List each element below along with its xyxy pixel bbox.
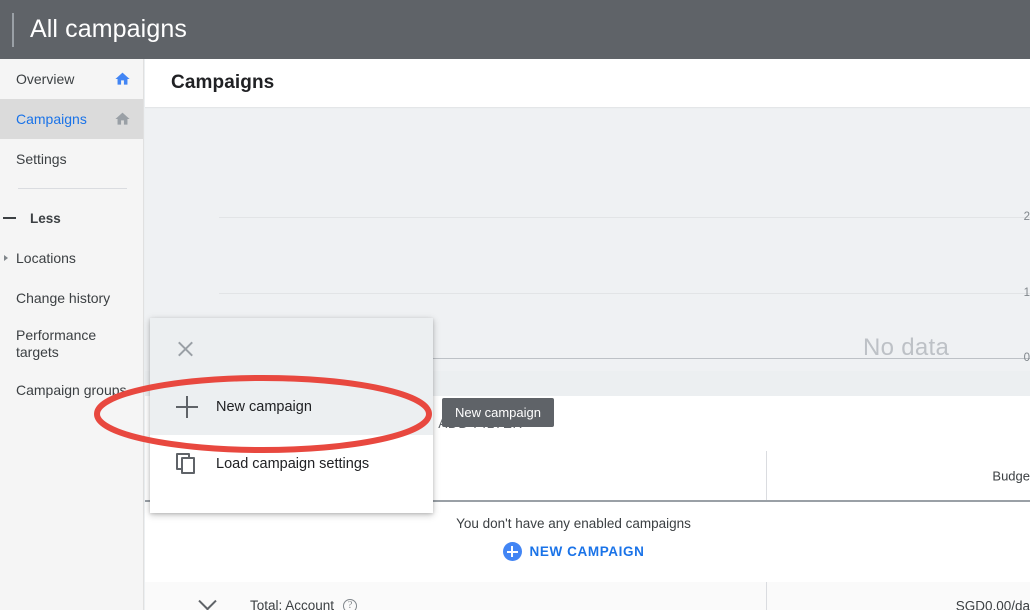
sidebar-item-label: Settings bbox=[16, 151, 67, 167]
minus-icon bbox=[3, 217, 16, 219]
sidebar-item-label: Overview bbox=[16, 71, 75, 87]
sidebar-item-label: Change history bbox=[16, 290, 111, 306]
caret-right-icon bbox=[4, 255, 8, 261]
sidebar-item-label: Locations bbox=[16, 250, 76, 266]
column-divider bbox=[766, 451, 767, 500]
new-campaign-dropdown: New campaign Load campaign settings bbox=[150, 318, 433, 513]
plus-icon bbox=[176, 395, 198, 418]
close-icon[interactable] bbox=[176, 339, 195, 358]
new-campaign-cta-label: NEW CAMPAIGN bbox=[529, 544, 645, 559]
column-header-budget[interactable]: Budge bbox=[992, 468, 1030, 483]
dropdown-item-label: New campaign bbox=[216, 398, 312, 415]
sidebar-item-settings[interactable]: Settings bbox=[0, 139, 143, 179]
dropdown-header bbox=[150, 318, 433, 378]
plus-circle-icon bbox=[502, 542, 522, 561]
sidebar-item-label: Less bbox=[30, 210, 61, 226]
total-row-label: Total: Account bbox=[250, 598, 335, 610]
sidebar-nav: Overview Campaigns Settings Less Locatio… bbox=[0, 59, 144, 610]
page-title: All campaigns bbox=[30, 15, 187, 43]
home-icon[interactable] bbox=[114, 71, 131, 88]
sidebar-item-label: Campaign groups bbox=[16, 382, 127, 398]
home-icon[interactable] bbox=[114, 111, 131, 128]
gridline-1 bbox=[219, 293, 1030, 294]
content-header: Campaigns bbox=[145, 59, 1030, 108]
column-divider bbox=[766, 582, 767, 610]
sidebar-item-performance-targets[interactable]: Performance targets bbox=[0, 318, 143, 370]
dropdown-item-label: Load campaign settings bbox=[216, 455, 370, 472]
dropdown-item-load-campaign-settings[interactable]: Load campaign settings bbox=[150, 435, 433, 492]
y-axis-tick: 2 bbox=[1023, 211, 1030, 223]
sidebar-item-campaigns[interactable]: Campaigns bbox=[0, 99, 143, 139]
new-campaign-tooltip: New campaign bbox=[442, 398, 554, 427]
gridline-2 bbox=[219, 217, 1030, 218]
sidebar-item-label: Performance targets bbox=[16, 327, 97, 360]
sidebar-item-label: Campaigns bbox=[16, 111, 87, 127]
new-campaign-cta[interactable]: NEW CAMPAIGN bbox=[502, 542, 673, 561]
sidebar-item-overview[interactable]: Overview bbox=[0, 59, 143, 99]
table-empty-state: You don't have any enabled campaigns NEW… bbox=[145, 502, 1030, 582]
chart-no-data-label: No data bbox=[863, 334, 950, 361]
header-accent-rule bbox=[12, 12, 14, 47]
chevron-down-icon[interactable] bbox=[198, 592, 217, 610]
sidebar-item-locations[interactable]: Locations bbox=[0, 238, 143, 278]
dropdown-item-new-campaign[interactable]: New campaign bbox=[150, 378, 433, 435]
top-header-bar: All campaigns bbox=[0, 0, 1030, 59]
total-budget-value: SGD0.00/da bbox=[955, 598, 1030, 610]
sidebar-item-campaign-groups[interactable]: Campaign groups bbox=[0, 370, 143, 410]
help-icon[interactable]: ? bbox=[343, 598, 358, 610]
y-axis-tick: 1 bbox=[1023, 287, 1030, 299]
sidebar-item-change-history[interactable]: Change history bbox=[0, 278, 143, 318]
copy-icon bbox=[176, 452, 198, 475]
sidebar-divider bbox=[18, 188, 127, 189]
y-axis-tick: 0 bbox=[1023, 352, 1030, 364]
table-total-row: Total: Account ? SGD0.00/da bbox=[145, 582, 1030, 610]
empty-state-message: You don't have any enabled campaigns bbox=[456, 516, 691, 531]
sidebar-item-less[interactable]: Less bbox=[0, 198, 143, 238]
app-root: All campaigns Overview Campaigns Setting… bbox=[0, 0, 1030, 610]
content-title: Campaigns bbox=[171, 72, 275, 93]
